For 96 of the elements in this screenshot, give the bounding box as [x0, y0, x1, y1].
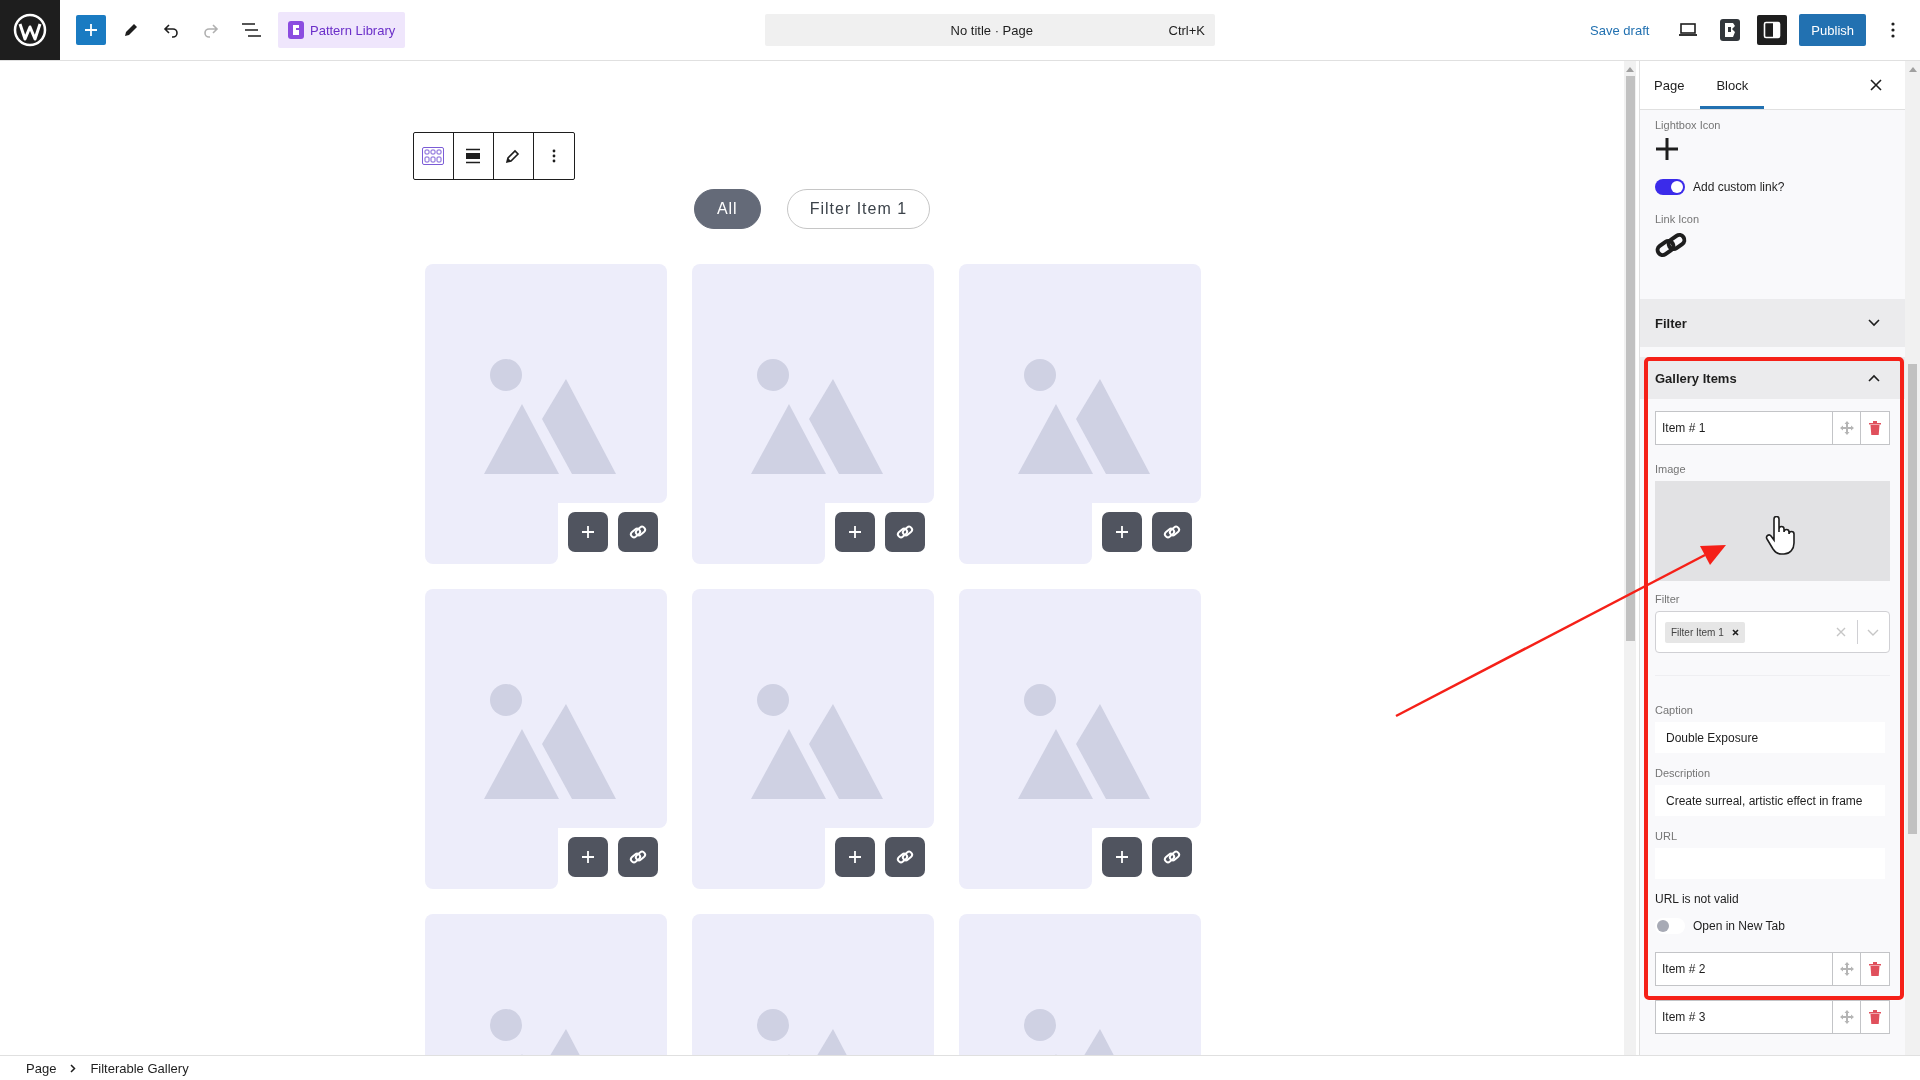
document-title: No title · Page — [949, 22, 1034, 38]
redo-icon — [202, 21, 220, 39]
chevron-up-icon — [1868, 374, 1880, 382]
trash-icon — [1869, 962, 1881, 976]
plus-icon — [1655, 137, 1679, 161]
field-label: Filter — [1655, 593, 1681, 605]
plus-icon — [847, 850, 862, 864]
move-icon — [1839, 1010, 1854, 1024]
plus-icon — [847, 525, 862, 539]
field-label: URL — [1655, 830, 1678, 842]
pencil-icon — [122, 21, 140, 39]
scrollbar[interactable] — [1905, 61, 1920, 1055]
kebab-icon — [1891, 22, 1895, 38]
remove-icon[interactable] — [1731, 628, 1739, 636]
kebab-icon — [551, 149, 556, 163]
settings-button[interactable] — [1757, 15, 1788, 45]
breadcrumb-link[interactable]: Filterable Gallery — [86, 1060, 193, 1076]
close-icon — [1870, 79, 1882, 91]
align-icon — [465, 148, 481, 164]
link-icon — [1655, 231, 1687, 259]
toggle-label: Open in New Tab — [1693, 919, 1785, 933]
list-icon — [241, 21, 261, 39]
publish-button[interactable]: Publish — [1799, 14, 1866, 46]
field-label: Lightbox Icon — [1655, 119, 1721, 131]
trash-icon — [1869, 1010, 1881, 1024]
panel-title: Filter — [1655, 315, 1687, 331]
field-label: Link Icon — [1655, 213, 1700, 225]
link-button[interactable] — [617, 512, 658, 552]
link-icon — [1162, 848, 1181, 866]
logo-icon — [13, 13, 47, 47]
field-label: Description — [1655, 767, 1712, 779]
logo-button[interactable] — [0, 0, 60, 60]
breadcrumb-link[interactable]: Page — [22, 1060, 61, 1076]
scrollbar[interactable] — [1624, 61, 1636, 1055]
chevron-down-icon — [1868, 319, 1880, 327]
lightbox-button[interactable] — [834, 837, 875, 877]
link-icon — [628, 523, 647, 541]
field-label: Image — [1655, 463, 1687, 475]
plus-icon — [83, 22, 99, 38]
image-icon — [483, 684, 616, 799]
sidebar-icon — [1763, 21, 1782, 39]
library-icon — [288, 21, 304, 39]
hand-cursor-icon — [1765, 516, 1795, 556]
shortcut-hint: Ctrl+K — [1167, 22, 1206, 38]
trash-icon — [1869, 421, 1881, 435]
plugin-icon — [1720, 19, 1741, 41]
gallery-icon — [422, 147, 444, 165]
text-field[interactable]: Create surreal, artistic effect in frame — [1655, 785, 1885, 816]
move-icon — [1839, 962, 1854, 976]
chevron-right-icon — [70, 1063, 77, 1073]
link-button[interactable] — [884, 512, 925, 552]
text-field[interactable]: Double Exposure — [1655, 722, 1885, 753]
sidebar-tab[interactable]: Block — [1700, 61, 1765, 109]
link-button[interactable] — [1151, 512, 1192, 552]
toggle-switch[interactable] — [1655, 918, 1685, 934]
lightbox-button[interactable] — [567, 512, 608, 552]
panel-header[interactable]: Filter — [1640, 299, 1905, 347]
link-icon — [1162, 523, 1181, 541]
filter-tag-label: Filter Item 1 — [1671, 626, 1724, 638]
link-button[interactable] — [884, 837, 925, 877]
link-button[interactable] — [1151, 837, 1192, 877]
field-label: Caption — [1655, 704, 1694, 716]
undo-icon — [162, 21, 180, 39]
pattern-library-button[interactable]: Pattern Library — [278, 12, 406, 48]
panel-title: Gallery Items — [1655, 370, 1737, 386]
image-upload-area[interactable] — [1655, 481, 1890, 581]
link-icon — [895, 848, 914, 866]
toggle-label: Add custom link? — [1693, 180, 1785, 194]
add-block-button[interactable] — [76, 15, 106, 45]
filter-button[interactable]: All — [693, 189, 761, 229]
lightbox-button[interactable] — [834, 512, 875, 552]
plus-icon — [580, 525, 595, 539]
toggle-switch[interactable] — [1655, 179, 1685, 195]
link-button[interactable] — [617, 837, 658, 877]
laptop-icon — [1678, 22, 1699, 38]
link-icon — [628, 848, 647, 866]
lightbox-button[interactable] — [1101, 837, 1142, 877]
filter-select[interactable]: Filter Item 1 — [1655, 611, 1890, 653]
lightbox-button[interactable] — [567, 837, 608, 877]
plus-icon — [1114, 525, 1129, 539]
pencil-icon — [505, 148, 521, 164]
plus-icon — [580, 850, 595, 864]
link-icon — [895, 523, 914, 541]
plus-icon — [1114, 850, 1129, 864]
image-icon — [483, 359, 616, 474]
image-icon — [1017, 359, 1150, 474]
save-draft-button[interactable]: Save draft — [1582, 14, 1658, 46]
lightbox-button[interactable] — [1101, 512, 1142, 552]
image-icon — [1017, 684, 1150, 799]
command-bar[interactable]: No title · Page Ctrl+K — [765, 14, 1215, 46]
image-icon — [750, 359, 883, 474]
sidebar-tab[interactable]: Page — [1640, 61, 1701, 109]
move-icon — [1839, 421, 1854, 435]
validation-message: URL is not valid — [1655, 892, 1740, 906]
filter-button[interactable]: Filter Item 1 — [786, 189, 931, 229]
image-icon — [750, 684, 883, 799]
